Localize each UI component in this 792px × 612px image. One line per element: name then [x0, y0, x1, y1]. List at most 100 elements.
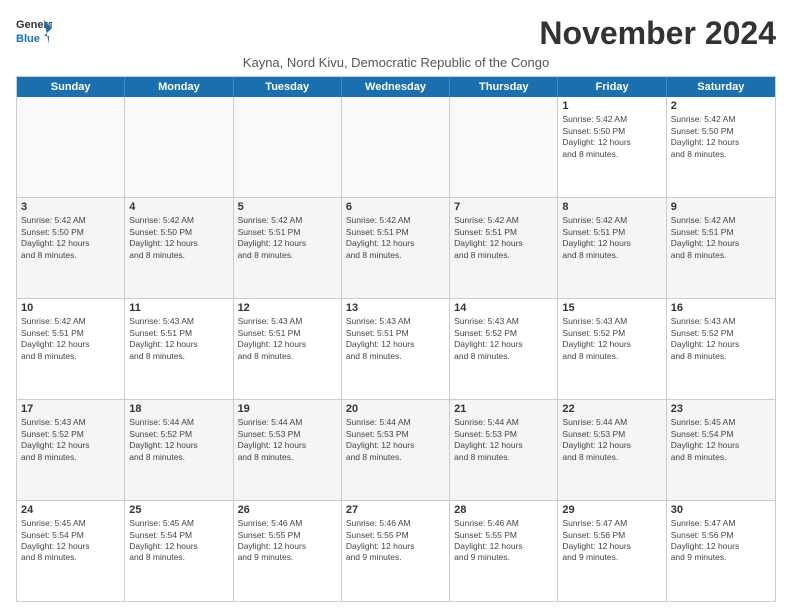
weekday-header: Thursday: [450, 77, 558, 97]
day-info: Sunrise: 5:42 AM Sunset: 5:50 PM Dayligh…: [21, 215, 120, 261]
logo: General Blue: [16, 16, 52, 46]
day-info: Sunrise: 5:43 AM Sunset: 5:52 PM Dayligh…: [671, 316, 771, 362]
day-cell: 15Sunrise: 5:43 AM Sunset: 5:52 PM Dayli…: [558, 299, 666, 399]
day-cell: 8Sunrise: 5:42 AM Sunset: 5:51 PM Daylig…: [558, 198, 666, 298]
weekday-header: Monday: [125, 77, 233, 97]
calendar-row: 3 Sunrise: 5:42 AM Sunset: 5:50 PM Daylig…: [17, 197, 775, 298]
day-cell: 13Sunrise: 5:43 AM Sunset: 5:51 PM Dayli…: [342, 299, 450, 399]
day-cell: 4Sunrise: 5:42 AM Sunset: 5:50 PM Daylig…: [125, 198, 233, 298]
weekday-header: Saturday: [667, 77, 775, 97]
svg-text:Blue: Blue: [16, 33, 40, 45]
day-info: Sunrise: 5:42 AM Sunset: 5:51 PM Dayligh…: [21, 316, 120, 362]
day-number: 5: [238, 201, 337, 213]
day-info: Sunrise: 5:46 AM Sunset: 5:55 PM Dayligh…: [238, 518, 337, 564]
day-number: 10: [21, 302, 120, 314]
day-number: 2: [671, 100, 771, 112]
day-number: 26: [238, 504, 337, 516]
day-cell: 24Sunrise: 5:45 AM Sunset: 5:54 PM Dayli…: [17, 501, 125, 601]
day-cell: 18 Sunrise: 5:44 AM Sunset: 5:52 PM Dayli…: [125, 400, 233, 500]
day-info: Sunrise: 5:42 AM Sunset: 5:51 PM Dayligh…: [671, 215, 771, 261]
day-cell: 23 Sunrise: 5:45 AM Sunset: 5:54 PM Dayli…: [667, 400, 775, 500]
day-cell: 10 Sunrise: 5:42 AM Sunset: 5:51 PM Dayli…: [17, 299, 125, 399]
day-info: Sunrise: 5:42 AM Sunset: 5:51 PM Dayligh…: [346, 215, 445, 261]
calendar: SundayMondayTuesdayWednesdayThursdayFrid…: [16, 76, 776, 602]
day-info: Sunrise: 5:47 AM Sunset: 5:56 PM Dayligh…: [671, 518, 771, 564]
day-info: Sunrise: 5:42 AM Sunset: 5:50 PM Dayligh…: [129, 215, 228, 261]
day-cell: 17Sunrise: 5:43 AM Sunset: 5:52 PM Dayli…: [17, 400, 125, 500]
day-number: 6: [346, 201, 445, 213]
empty-cell: [342, 97, 450, 197]
day-cell: 30 Sunrise: 5:47 AM Sunset: 5:56 PM Dayli…: [667, 501, 775, 601]
day-number: 3: [21, 201, 120, 213]
day-cell: 11 Sunrise: 5:43 AM Sunset: 5:51 PM Dayli…: [125, 299, 233, 399]
weekday-header: Friday: [558, 77, 666, 97]
header: General Blue November 2024: [16, 16, 776, 51]
title-block: November 2024: [539, 16, 776, 51]
day-number: 27: [346, 504, 445, 516]
day-cell: 7 Sunrise: 5:42 AM Sunset: 5:51 PM Daylig…: [450, 198, 558, 298]
day-info: Sunrise: 5:44 AM Sunset: 5:53 PM Dayligh…: [346, 417, 445, 463]
day-info: Sunrise: 5:42 AM Sunset: 5:50 PM Dayligh…: [562, 114, 661, 160]
day-info: Sunrise: 5:43 AM Sunset: 5:51 PM Dayligh…: [129, 316, 228, 362]
day-cell: 20 Sunrise: 5:44 AM Sunset: 5:53 PM Dayli…: [342, 400, 450, 500]
weekday-header: Wednesday: [342, 77, 450, 97]
day-cell: 1Sunrise: 5:42 AM Sunset: 5:50 PM Daylig…: [558, 97, 666, 197]
day-number: 9: [671, 201, 771, 213]
day-cell: 21Sunrise: 5:44 AM Sunset: 5:53 PM Dayli…: [450, 400, 558, 500]
day-cell: 2 Sunrise: 5:42 AM Sunset: 5:50 PM Daylig…: [667, 97, 775, 197]
day-info: Sunrise: 5:42 AM Sunset: 5:51 PM Dayligh…: [454, 215, 553, 261]
day-cell: 5Sunrise: 5:42 AM Sunset: 5:51 PM Daylig…: [234, 198, 342, 298]
empty-cell: [125, 97, 233, 197]
day-info: Sunrise: 5:43 AM Sunset: 5:52 PM Dayligh…: [454, 316, 553, 362]
day-number: 7: [454, 201, 553, 213]
day-cell: 28Sunrise: 5:46 AM Sunset: 5:55 PM Dayli…: [450, 501, 558, 601]
day-info: Sunrise: 5:46 AM Sunset: 5:55 PM Dayligh…: [454, 518, 553, 564]
day-number: 12: [238, 302, 337, 314]
day-number: 29: [562, 504, 661, 516]
day-info: Sunrise: 5:45 AM Sunset: 5:54 PM Dayligh…: [21, 518, 120, 564]
day-number: 20: [346, 403, 445, 415]
subtitle: Kayna, Nord Kivu, Democratic Republic of…: [16, 55, 776, 70]
day-info: Sunrise: 5:44 AM Sunset: 5:53 PM Dayligh…: [454, 417, 553, 463]
day-number: 25: [129, 504, 228, 516]
month-title: November 2024: [539, 16, 776, 51]
day-cell: 22Sunrise: 5:44 AM Sunset: 5:53 PM Dayli…: [558, 400, 666, 500]
day-number: 18: [129, 403, 228, 415]
day-number: 11: [129, 302, 228, 314]
day-info: Sunrise: 5:45 AM Sunset: 5:54 PM Dayligh…: [129, 518, 228, 564]
calendar-body: 1Sunrise: 5:42 AM Sunset: 5:50 PM Daylig…: [17, 97, 775, 601]
empty-cell: [450, 97, 558, 197]
day-info: Sunrise: 5:43 AM Sunset: 5:51 PM Dayligh…: [346, 316, 445, 362]
day-number: 22: [562, 403, 661, 415]
day-cell: 12 Sunrise: 5:43 AM Sunset: 5:51 PM Dayli…: [234, 299, 342, 399]
calendar-row: 17Sunrise: 5:43 AM Sunset: 5:52 PM Dayli…: [17, 399, 775, 500]
day-info: Sunrise: 5:42 AM Sunset: 5:51 PM Dayligh…: [562, 215, 661, 261]
day-cell: 29 Sunrise: 5:47 AM Sunset: 5:56 PM Dayli…: [558, 501, 666, 601]
day-number: 23: [671, 403, 771, 415]
day-info: Sunrise: 5:44 AM Sunset: 5:52 PM Dayligh…: [129, 417, 228, 463]
day-cell: 19Sunrise: 5:44 AM Sunset: 5:53 PM Dayli…: [234, 400, 342, 500]
weekday-header: Tuesday: [234, 77, 342, 97]
day-number: 19: [238, 403, 337, 415]
day-cell: 3 Sunrise: 5:42 AM Sunset: 5:50 PM Daylig…: [17, 198, 125, 298]
day-cell: 6 Sunrise: 5:42 AM Sunset: 5:51 PM Daylig…: [342, 198, 450, 298]
day-cell: 9 Sunrise: 5:42 AM Sunset: 5:51 PM Daylig…: [667, 198, 775, 298]
calendar-row: 10 Sunrise: 5:42 AM Sunset: 5:51 PM Dayli…: [17, 298, 775, 399]
day-cell: 14Sunrise: 5:43 AM Sunset: 5:52 PM Dayli…: [450, 299, 558, 399]
calendar-row: 24Sunrise: 5:45 AM Sunset: 5:54 PM Dayli…: [17, 500, 775, 601]
day-info: Sunrise: 5:47 AM Sunset: 5:56 PM Dayligh…: [562, 518, 661, 564]
day-cell: 27 Sunrise: 5:46 AM Sunset: 5:55 PM Dayli…: [342, 501, 450, 601]
day-number: 16: [671, 302, 771, 314]
day-info: Sunrise: 5:42 AM Sunset: 5:50 PM Dayligh…: [671, 114, 771, 160]
day-number: 30: [671, 504, 771, 516]
day-info: Sunrise: 5:45 AM Sunset: 5:54 PM Dayligh…: [671, 417, 771, 463]
day-info: Sunrise: 5:43 AM Sunset: 5:51 PM Dayligh…: [238, 316, 337, 362]
day-number: 17: [21, 403, 120, 415]
day-info: Sunrise: 5:46 AM Sunset: 5:55 PM Dayligh…: [346, 518, 445, 564]
day-cell: 16 Sunrise: 5:43 AM Sunset: 5:52 PM Dayli…: [667, 299, 775, 399]
day-number: 15: [562, 302, 661, 314]
day-cell: 25 Sunrise: 5:45 AM Sunset: 5:54 PM Dayli…: [125, 501, 233, 601]
empty-cell: [234, 97, 342, 197]
empty-cell: [17, 97, 125, 197]
day-cell: 26 Sunrise: 5:46 AM Sunset: 5:55 PM Dayli…: [234, 501, 342, 601]
